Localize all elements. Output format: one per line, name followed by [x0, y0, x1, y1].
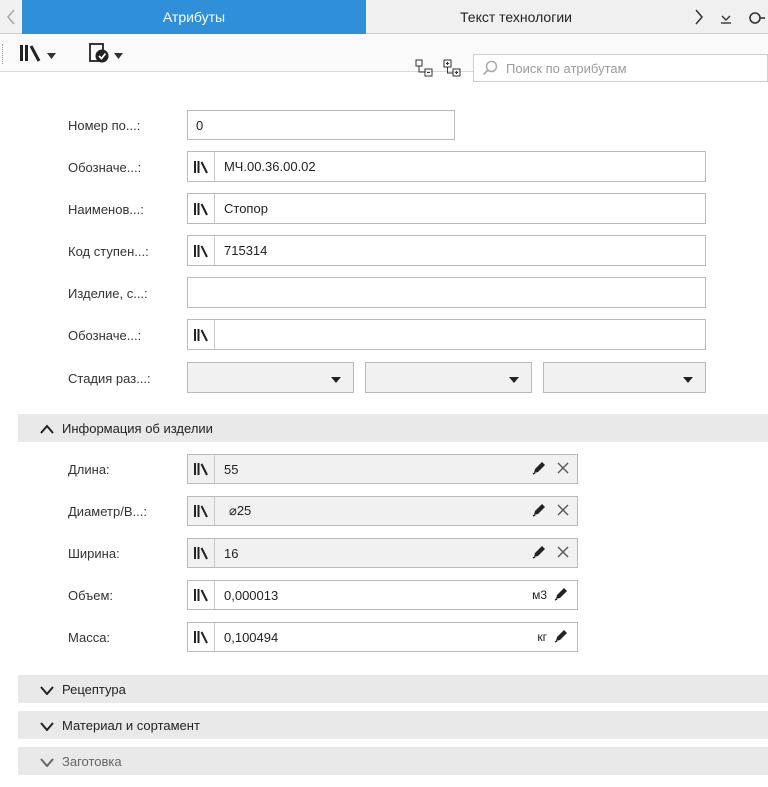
clear-icon[interactable]	[557, 504, 569, 519]
number-field[interactable]: 0	[187, 110, 455, 140]
search-placeholder: Поиск по атрибутам	[506, 60, 627, 76]
clear-icon[interactable]	[557, 462, 569, 477]
dev-stage-select-1[interactable]	[187, 362, 354, 393]
toolbar-grip[interactable]	[2, 44, 4, 64]
volume-field[interactable]: 0,000013 м3	[187, 580, 578, 610]
dev-stage-select-2[interactable]	[365, 362, 532, 393]
check-dropdown-button[interactable]	[80, 40, 130, 68]
tab-technology-text[interactable]: Текст технологии	[366, 0, 666, 34]
chevron-down-icon	[46, 46, 56, 62]
search-icon	[482, 60, 498, 76]
library-icon[interactable]	[188, 623, 215, 651]
number-value: 0	[196, 117, 204, 133]
edit-pencil-icon[interactable]	[531, 544, 547, 563]
dev-stage-label: Стадия раз...:	[68, 371, 151, 386]
section-material-title: Материал и сортамент	[62, 717, 200, 733]
diameter-value: ⌀25	[229, 503, 252, 518]
collapse-all-icon[interactable]	[412, 56, 436, 80]
width-field[interactable]: 16	[187, 538, 578, 568]
edit-pencil-icon[interactable]	[531, 502, 547, 521]
name-field[interactable]: Стопор	[187, 193, 706, 224]
length-field[interactable]: 55	[187, 454, 578, 484]
section-material-header[interactable]: Материал и сортамент	[18, 711, 768, 739]
chevron-down-icon	[509, 370, 519, 386]
document-check-icon	[88, 42, 110, 67]
tab-attributes[interactable]: Атрибуты	[22, 0, 366, 34]
section-recipe-title: Рецептура	[62, 681, 126, 697]
mass-field[interactable]: 0,100494 кг	[187, 622, 578, 652]
volume-label: Объем:	[68, 588, 114, 603]
volume-value: 0,000013	[224, 587, 279, 603]
chevron-down-icon	[40, 719, 54, 734]
library-icon[interactable]	[188, 455, 215, 483]
mass-value: 0,100494	[224, 629, 279, 645]
edit-pencil-icon[interactable]	[553, 586, 569, 605]
dev-stage-select-3[interactable]	[543, 362, 706, 393]
library-icon[interactable]	[188, 194, 215, 223]
tabs-scroll-left-icon[interactable]	[0, 0, 22, 34]
product-field[interactable]	[187, 277, 706, 308]
product-label: Изделие, с...:	[68, 286, 148, 301]
mass-label: Масса:	[68, 630, 111, 645]
section-recipe-header[interactable]: Рецептура	[18, 675, 768, 703]
chevron-down-icon	[113, 46, 123, 62]
chevron-down-icon	[40, 683, 54, 698]
library-icon[interactable]	[188, 581, 215, 609]
diameter-label: Диаметр/В...:	[68, 504, 147, 519]
section-blank-title: Заготовка	[62, 753, 122, 769]
name-label: Наименов...:	[68, 202, 144, 217]
section-product-info-header[interactable]: Информация об изделии	[18, 414, 768, 442]
width-label: Ширина:	[68, 546, 120, 561]
stage-code-value: 715314	[224, 243, 268, 258]
expand-all-icon[interactable]	[440, 56, 464, 80]
library-dropdown-button[interactable]	[12, 40, 62, 68]
designation2-field[interactable]	[187, 319, 706, 350]
pin-icon[interactable]	[742, 8, 768, 28]
clear-icon[interactable]	[557, 546, 569, 561]
edit-pencil-icon[interactable]	[531, 460, 547, 479]
library-icon[interactable]	[188, 320, 215, 349]
designation-field[interactable]: МЧ.00.36.00.02	[187, 151, 706, 182]
length-label: Длина:	[68, 462, 110, 477]
search-input[interactable]: Поиск по атрибутам	[473, 54, 768, 82]
designation-value: МЧ.00.36.00.02	[224, 159, 316, 174]
chevron-down-icon	[683, 370, 693, 386]
chevron-down-icon	[331, 370, 341, 386]
name-value: Стопор	[224, 201, 268, 216]
mass-unit: кг	[537, 630, 547, 644]
number-label: Номер по...:	[68, 118, 141, 133]
tabs-scroll-right-icon[interactable]	[688, 0, 710, 34]
length-value: 55	[224, 461, 239, 477]
designation-label: Обозначе...:	[68, 160, 142, 175]
library-icon[interactable]	[188, 236, 215, 265]
section-product-info-title: Информация об изделии	[62, 420, 213, 436]
library-icon	[19, 43, 43, 66]
stage-code-label: Код ступен...:	[68, 244, 149, 259]
stage-code-field[interactable]: 715314	[187, 235, 706, 266]
chevron-down-icon	[40, 755, 54, 770]
designation2-label: Обозначе...:	[68, 328, 142, 343]
volume-unit: м3	[532, 588, 547, 602]
library-icon[interactable]	[188, 539, 215, 567]
diameter-field[interactable]: ⌀25	[187, 496, 578, 526]
width-value: 16	[224, 545, 239, 561]
chevron-up-icon	[40, 422, 54, 437]
library-icon[interactable]	[188, 497, 215, 525]
section-blank-header[interactable]: Заготовка	[18, 747, 768, 775]
edit-pencil-icon[interactable]	[553, 628, 569, 647]
tabs-menu-icon[interactable]	[717, 8, 735, 28]
library-icon[interactable]	[188, 152, 215, 181]
